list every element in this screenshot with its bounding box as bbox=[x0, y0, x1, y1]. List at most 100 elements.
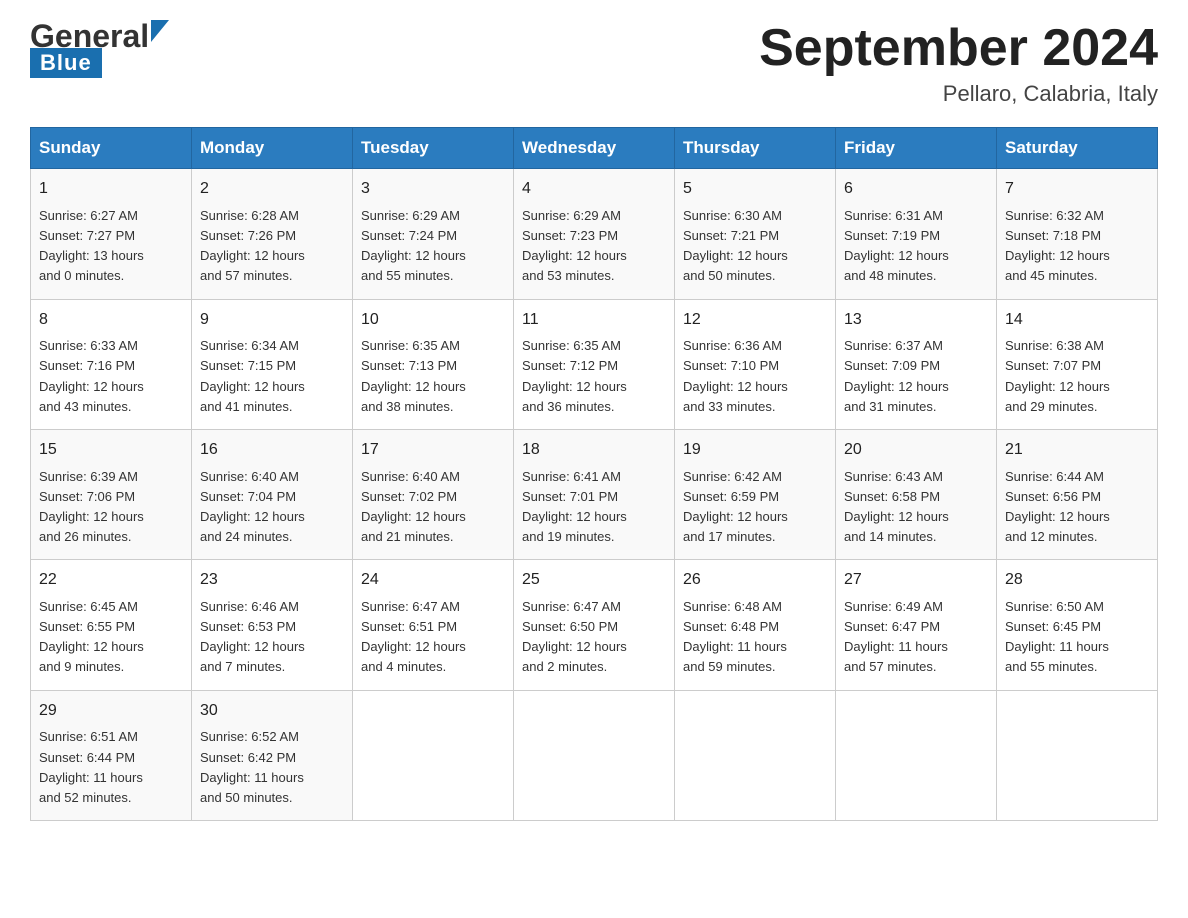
calendar-cell bbox=[514, 690, 675, 820]
day-info: Sunrise: 6:38 AMSunset: 7:07 PMDaylight:… bbox=[1005, 336, 1149, 417]
day-number: 22 bbox=[39, 568, 183, 593]
day-number: 21 bbox=[1005, 438, 1149, 463]
day-number: 23 bbox=[200, 568, 344, 593]
logo-triangle bbox=[151, 20, 169, 47]
day-number: 15 bbox=[39, 438, 183, 463]
calendar-cell: 13 Sunrise: 6:37 AMSunset: 7:09 PMDayligh… bbox=[836, 299, 997, 429]
day-info: Sunrise: 6:29 AMSunset: 7:24 PMDaylight:… bbox=[361, 206, 505, 287]
day-number: 11 bbox=[522, 308, 666, 333]
day-info: Sunrise: 6:47 AMSunset: 6:51 PMDaylight:… bbox=[361, 597, 505, 678]
day-number: 9 bbox=[200, 308, 344, 333]
day-info: Sunrise: 6:36 AMSunset: 7:10 PMDaylight:… bbox=[683, 336, 827, 417]
header-tuesday: Tuesday bbox=[353, 128, 514, 169]
calendar-cell: 20 Sunrise: 6:43 AMSunset: 6:58 PMDayligh… bbox=[836, 429, 997, 559]
calendar-cell: 19 Sunrise: 6:42 AMSunset: 6:59 PMDayligh… bbox=[675, 429, 836, 559]
calendar-cell: 23 Sunrise: 6:46 AMSunset: 6:53 PMDayligh… bbox=[192, 560, 353, 690]
day-number: 4 bbox=[522, 177, 666, 202]
page-header: General Blue September 2024 Pellaro, Cal… bbox=[30, 20, 1158, 107]
day-info: Sunrise: 6:50 AMSunset: 6:45 PMDaylight:… bbox=[1005, 597, 1149, 678]
week-row-4: 22Sunrise: 6:45 AMSunset: 6:55 PMDayligh… bbox=[31, 560, 1158, 690]
logo-blue-text: Blue bbox=[30, 48, 102, 78]
day-info: Sunrise: 6:29 AMSunset: 7:23 PMDaylight:… bbox=[522, 206, 666, 287]
day-number: 26 bbox=[683, 568, 827, 593]
calendar-cell: 16 Sunrise: 6:40 AMSunset: 7:04 PMDayligh… bbox=[192, 429, 353, 559]
day-info: Sunrise: 6:46 AMSunset: 6:53 PMDaylight:… bbox=[200, 597, 344, 678]
day-info: Sunrise: 6:37 AMSunset: 7:09 PMDaylight:… bbox=[844, 336, 988, 417]
day-info: Sunrise: 6:40 AMSunset: 7:02 PMDaylight:… bbox=[361, 467, 505, 548]
day-number: 30 bbox=[200, 699, 344, 724]
day-number: 18 bbox=[522, 438, 666, 463]
day-info: Sunrise: 6:32 AMSunset: 7:18 PMDaylight:… bbox=[1005, 206, 1149, 287]
day-info: Sunrise: 6:27 AMSunset: 7:27 PMDaylight:… bbox=[39, 206, 183, 287]
calendar-cell: 7Sunrise: 6:32 AMSunset: 7:18 PMDaylight… bbox=[997, 169, 1158, 299]
day-info: Sunrise: 6:31 AMSunset: 7:19 PMDaylight:… bbox=[844, 206, 988, 287]
calendar-cell: 21Sunrise: 6:44 AMSunset: 6:56 PMDayligh… bbox=[997, 429, 1158, 559]
calendar-cell: 24 Sunrise: 6:47 AMSunset: 6:51 PMDayligh… bbox=[353, 560, 514, 690]
day-number: 2 bbox=[200, 177, 344, 202]
calendar-cell bbox=[675, 690, 836, 820]
day-info: Sunrise: 6:40 AMSunset: 7:04 PMDaylight:… bbox=[200, 467, 344, 548]
calendar-header: SundayMondayTuesdayWednesdayThursdayFrid… bbox=[31, 128, 1158, 169]
day-info: Sunrise: 6:28 AMSunset: 7:26 PMDaylight:… bbox=[200, 206, 344, 287]
subtitle: Pellaro, Calabria, Italy bbox=[759, 81, 1158, 107]
day-number: 6 bbox=[844, 177, 988, 202]
day-number: 29 bbox=[39, 699, 183, 724]
day-info: Sunrise: 6:48 AMSunset: 6:48 PMDaylight:… bbox=[683, 597, 827, 678]
day-info: Sunrise: 6:49 AMSunset: 6:47 PMDaylight:… bbox=[844, 597, 988, 678]
day-number: 14 bbox=[1005, 308, 1149, 333]
calendar-cell: 30 Sunrise: 6:52 AMSunset: 6:42 PMDayligh… bbox=[192, 690, 353, 820]
day-number: 27 bbox=[844, 568, 988, 593]
calendar-cell: 14 Sunrise: 6:38 AMSunset: 7:07 PMDayligh… bbox=[997, 299, 1158, 429]
day-number: 12 bbox=[683, 308, 827, 333]
calendar-cell bbox=[353, 690, 514, 820]
day-info: Sunrise: 6:43 AMSunset: 6:58 PMDaylight:… bbox=[844, 467, 988, 548]
calendar-cell: 2 Sunrise: 6:28 AMSunset: 7:26 PMDaylight… bbox=[192, 169, 353, 299]
calendar-cell: 11Sunrise: 6:35 AMSunset: 7:12 PMDayligh… bbox=[514, 299, 675, 429]
day-info: Sunrise: 6:35 AMSunset: 7:13 PMDaylight:… bbox=[361, 336, 505, 417]
day-info: Sunrise: 6:33 AMSunset: 7:16 PMDaylight:… bbox=[39, 336, 183, 417]
calendar-cell: 25Sunrise: 6:47 AMSunset: 6:50 PMDayligh… bbox=[514, 560, 675, 690]
calendar-cell: 1 Sunrise: 6:27 AMSunset: 7:27 PMDaylight… bbox=[31, 169, 192, 299]
calendar-cell: 8 Sunrise: 6:33 AMSunset: 7:16 PMDaylight… bbox=[31, 299, 192, 429]
day-info: Sunrise: 6:34 AMSunset: 7:15 PMDaylight:… bbox=[200, 336, 344, 417]
calendar-cell bbox=[997, 690, 1158, 820]
day-info: Sunrise: 6:42 AMSunset: 6:59 PMDaylight:… bbox=[683, 467, 827, 548]
day-number: 24 bbox=[361, 568, 505, 593]
main-title: September 2024 bbox=[759, 20, 1158, 77]
calendar-cell: 28Sunrise: 6:50 AMSunset: 6:45 PMDayligh… bbox=[997, 560, 1158, 690]
calendar-cell: 17 Sunrise: 6:40 AMSunset: 7:02 PMDayligh… bbox=[353, 429, 514, 559]
header-thursday: Thursday bbox=[675, 128, 836, 169]
week-row-5: 29 Sunrise: 6:51 AMSunset: 6:44 PMDayligh… bbox=[31, 690, 1158, 820]
day-number: 25 bbox=[522, 568, 666, 593]
day-number: 1 bbox=[39, 177, 183, 202]
calendar-cell: 10Sunrise: 6:35 AMSunset: 7:13 PMDayligh… bbox=[353, 299, 514, 429]
day-number: 16 bbox=[200, 438, 344, 463]
logo: General Blue bbox=[30, 20, 169, 78]
calendar-cell: 15 Sunrise: 6:39 AMSunset: 7:06 PMDayligh… bbox=[31, 429, 192, 559]
header-monday: Monday bbox=[192, 128, 353, 169]
header-saturday: Saturday bbox=[997, 128, 1158, 169]
calendar-cell: 27 Sunrise: 6:49 AMSunset: 6:47 PMDayligh… bbox=[836, 560, 997, 690]
calendar-cell bbox=[836, 690, 997, 820]
day-number: 17 bbox=[361, 438, 505, 463]
header-sunday: Sunday bbox=[31, 128, 192, 169]
title-section: September 2024 Pellaro, Calabria, Italy bbox=[759, 20, 1158, 107]
day-info: Sunrise: 6:39 AMSunset: 7:06 PMDaylight:… bbox=[39, 467, 183, 548]
calendar-cell: 6 Sunrise: 6:31 AMSunset: 7:19 PMDaylight… bbox=[836, 169, 997, 299]
calendar-table: SundayMondayTuesdayWednesdayThursdayFrid… bbox=[30, 127, 1158, 821]
calendar-cell: 4 Sunrise: 6:29 AMSunset: 7:23 PMDaylight… bbox=[514, 169, 675, 299]
calendar-cell: 3Sunrise: 6:29 AMSunset: 7:24 PMDaylight… bbox=[353, 169, 514, 299]
day-number: 8 bbox=[39, 308, 183, 333]
header-wednesday: Wednesday bbox=[514, 128, 675, 169]
calendar-cell: 18 Sunrise: 6:41 AMSunset: 7:01 PMDayligh… bbox=[514, 429, 675, 559]
day-number: 19 bbox=[683, 438, 827, 463]
day-number: 13 bbox=[844, 308, 988, 333]
calendar-cell: 26 Sunrise: 6:48 AMSunset: 6:48 PMDayligh… bbox=[675, 560, 836, 690]
calendar-body: 1 Sunrise: 6:27 AMSunset: 7:27 PMDaylight… bbox=[31, 169, 1158, 821]
day-info: Sunrise: 6:51 AMSunset: 6:44 PMDaylight:… bbox=[39, 727, 183, 808]
calendar-cell: 9 Sunrise: 6:34 AMSunset: 7:15 PMDaylight… bbox=[192, 299, 353, 429]
day-info: Sunrise: 6:52 AMSunset: 6:42 PMDaylight:… bbox=[200, 727, 344, 808]
day-info: Sunrise: 6:41 AMSunset: 7:01 PMDaylight:… bbox=[522, 467, 666, 548]
week-row-1: 1 Sunrise: 6:27 AMSunset: 7:27 PMDaylight… bbox=[31, 169, 1158, 299]
day-number: 20 bbox=[844, 438, 988, 463]
